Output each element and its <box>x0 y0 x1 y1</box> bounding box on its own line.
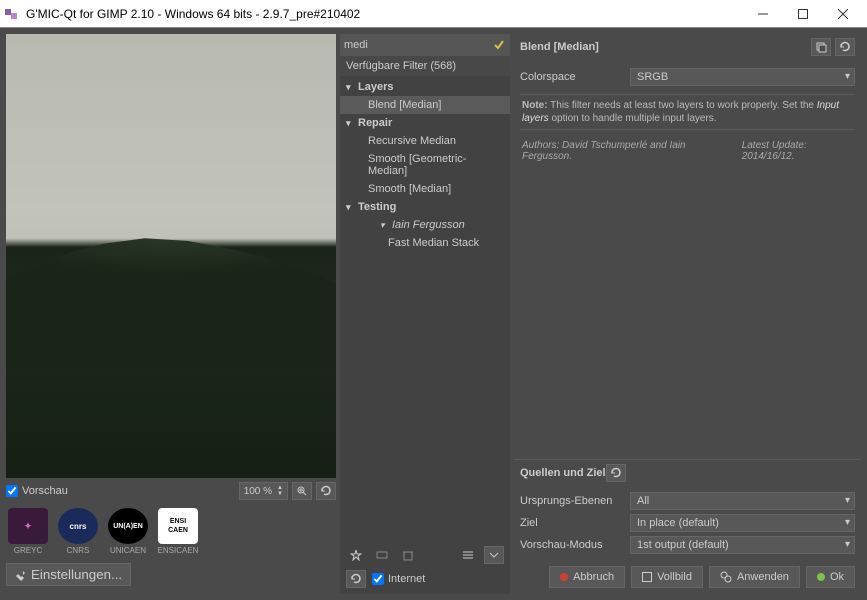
preview-checkbox-label: Vorschau <box>22 485 68 497</box>
wrench-icon <box>15 569 27 581</box>
minimize-button[interactable] <box>743 0 783 28</box>
window-title: G'MIC-Qt for GIMP 2.10 - Windows 64 bits… <box>26 7 743 21</box>
collapse-icon[interactable] <box>458 546 478 564</box>
internet-label: Internet <box>388 573 425 585</box>
copy-params-button[interactable] <box>811 38 831 56</box>
tree-item-fast-median[interactable]: Fast Median Stack <box>340 234 510 252</box>
source-layers-label: Ursprungs-Ebenen <box>520 495 620 507</box>
tree-item-smooth-geo[interactable]: Smooth [Geometric-Median] <box>340 150 510 180</box>
search-input[interactable] <box>344 39 488 51</box>
io-header: Quellen und Ziel <box>520 467 606 479</box>
preview-mode-select[interactable]: 1st output (default) <box>630 536 855 554</box>
ensicaen-logo[interactable]: ENSICAEN <box>158 508 198 544</box>
filter-header: Verfügbare Filter (568) <box>340 56 510 76</box>
delete-icon[interactable] <box>398 546 418 564</box>
tree-item-blend-median[interactable]: Blend [Median] <box>340 96 510 114</box>
settings-button[interactable]: Einstellungen... <box>6 563 131 586</box>
filter-tree[interactable]: ▾Layers Blend [Median] ▾Repair Recursive… <box>340 76 510 540</box>
cnrs-label: CNRS <box>67 546 90 555</box>
greyc-label: GREYC <box>14 546 42 555</box>
rename-icon[interactable] <box>372 546 392 564</box>
close-button[interactable] <box>823 0 863 28</box>
tree-category-repair[interactable]: ▾Repair <box>340 114 510 132</box>
tree-item-recursive-median[interactable]: Recursive Median <box>340 132 510 150</box>
zoom-fit-button[interactable] <box>292 482 312 500</box>
filter-authors: Authors: David Tschumperlé and Iain Ferg… <box>520 138 855 164</box>
titlebar: G'MIC-Qt for GIMP 2.10 - Windows 64 bits… <box>0 0 867 28</box>
reset-params-button[interactable] <box>835 38 855 56</box>
preview-image[interactable] <box>6 34 336 478</box>
gears-icon <box>720 571 732 583</box>
ok-button[interactable]: Ok <box>806 566 855 588</box>
tree-category-layers[interactable]: ▾Layers <box>340 78 510 96</box>
ensicaen-label: ENSICAEN <box>158 546 199 555</box>
settings-label: Einstellungen... <box>31 567 122 582</box>
unicaen-logo[interactable]: UN(A)EN <box>108 508 148 544</box>
tree-category-testing[interactable]: ▾Testing <box>340 198 510 216</box>
reset-io-button[interactable] <box>606 464 626 482</box>
cancel-button[interactable]: Abbruch <box>549 566 625 588</box>
colorspace-label: Colorspace <box>520 71 620 83</box>
internet-checkbox[interactable]: Internet <box>372 573 425 585</box>
target-select[interactable]: In place (default) <box>630 514 855 532</box>
add-fav-icon[interactable] <box>346 546 366 564</box>
ok-icon <box>817 573 825 581</box>
clear-search-icon[interactable] <box>492 38 506 52</box>
expand-icon[interactable] <box>484 546 504 564</box>
zoom-value: 100 % <box>244 486 272 497</box>
greyc-logo[interactable]: ✦ <box>8 508 48 544</box>
apply-button[interactable]: Anwenden <box>709 566 800 588</box>
sponsor-logos: ✦ GREYC cnrs CNRS UN(A)EN UNICAEN ENSICAEN E… <box>6 504 336 559</box>
colorspace-select[interactable]: SRGB <box>630 68 855 86</box>
tree-item-smooth-median[interactable]: Smooth [Median] <box>340 180 510 198</box>
filter-note: Note: This filter needs at least two lay… <box>520 94 855 130</box>
filter-title: Blend [Median] <box>520 41 599 53</box>
fullscreen-icon <box>642 572 652 582</box>
update-filters-button[interactable] <box>346 570 366 588</box>
preview-checkbox[interactable]: Vorschau <box>6 485 68 497</box>
stop-icon <box>560 573 568 581</box>
target-label: Ziel <box>520 517 620 529</box>
tree-item-iain[interactable]: ▾Iain Fergusson <box>340 216 510 234</box>
maximize-button[interactable] <box>783 0 823 28</box>
source-layers-select[interactable]: All <box>630 492 855 510</box>
zoom-control[interactable]: 100 % ▲▼ <box>239 482 288 500</box>
refresh-preview-button[interactable] <box>316 482 336 500</box>
app-icon <box>4 6 20 22</box>
cnrs-logo[interactable]: cnrs <box>58 508 98 544</box>
fullscreen-button[interactable]: Vollbild <box>631 566 703 588</box>
preview-mode-label: Vorschau-Modus <box>520 539 620 551</box>
unicaen-label: UNICAEN <box>110 546 146 555</box>
